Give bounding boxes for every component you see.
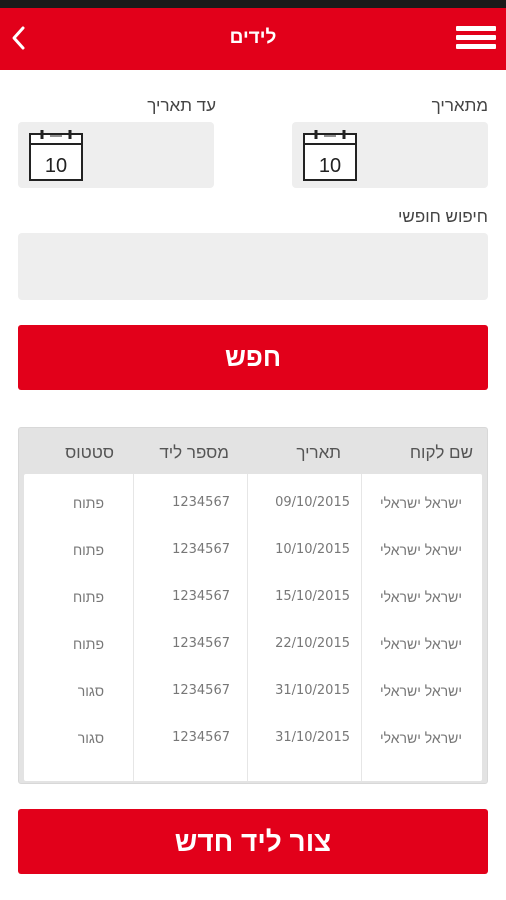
cell-date: 31/10/2015: [275, 683, 350, 698]
from-date-label: מתאריך: [431, 96, 488, 115]
cell-lead-number: 1234567: [172, 683, 230, 698]
free-search-input[interactable]: [18, 233, 488, 300]
from-date-day: 10: [319, 155, 341, 177]
cell-lead-number: 1234567: [172, 589, 230, 604]
header-status: סטטוס: [65, 443, 114, 462]
hamburger-menu-icon: [456, 26, 496, 31]
header-customer-name: שם לקוח: [409, 443, 473, 462]
cell-date: 15/10/2015: [275, 589, 350, 604]
table-header: שם לקוח תאריך מספר ליד סטטוס: [19, 428, 487, 474]
cell-customer-name: ישראל ישראלי: [379, 542, 462, 558]
table-row[interactable]: ישראל ישראלי 09/10/2015 1234567 פתוח: [24, 481, 482, 528]
table-row[interactable]: ישראל ישראלי 31/10/2015 1234567 סגור: [24, 716, 482, 763]
cell-status: סגור: [77, 683, 104, 699]
cell-status: סגור: [77, 730, 104, 746]
cell-status: פתוח: [72, 589, 104, 605]
cell-customer-name: ישראל ישראלי: [379, 683, 462, 699]
table-row[interactable]: ישראל ישראלי 22/10/2015 1234567 פתוח: [24, 622, 482, 669]
page-title: לידים: [229, 27, 277, 48]
cell-lead-number: 1234567: [172, 495, 230, 510]
cell-date: 22/10/2015: [275, 636, 350, 651]
header-date: תאריך: [296, 443, 341, 462]
header-lead-number: מספר ליד: [159, 443, 229, 462]
cell-lead-number: 1234567: [172, 542, 230, 557]
create-lead-button[interactable]: צור ליד חדש: [18, 809, 488, 874]
search-button[interactable]: חפש: [18, 325, 488, 390]
to-date-label: עד תאריך: [147, 96, 216, 115]
cell-date: 09/10/2015: [275, 495, 350, 510]
table-row[interactable]: ישראל ישראלי 31/10/2015 1234567 סגור: [24, 669, 482, 716]
cell-status: פתוח: [72, 495, 104, 511]
calendar-icon: 10: [29, 130, 83, 181]
table-body: ישראל ישראלי 09/10/2015 1234567 פתוח ישראל י…: [24, 474, 482, 781]
table-row[interactable]: ישראל ישראלי 10/10/2015 1234567 פתוח: [24, 528, 482, 575]
to-date-day: 10: [45, 155, 67, 177]
free-search-label: חיפוש חופשי: [398, 207, 488, 226]
cell-customer-name: ישראל ישראלי: [379, 495, 462, 511]
cell-status: פתוח: [72, 542, 104, 558]
cell-lead-number: 1234567: [172, 636, 230, 651]
cell-lead-number: 1234567: [172, 730, 230, 745]
leads-table: שם לקוח תאריך מספר ליד סטטוס ישראל ישראל…: [18, 427, 488, 784]
cell-status: פתוח: [72, 636, 104, 652]
calendar-icon: 10: [303, 130, 357, 181]
to-date-picker[interactable]: 10: [18, 122, 214, 188]
cell-customer-name: ישראל ישראלי: [379, 730, 462, 746]
cell-customer-name: ישראל ישראלי: [379, 589, 462, 605]
menu-button[interactable]: [456, 26, 496, 54]
cell-date: 31/10/2015: [275, 730, 350, 745]
from-date-picker[interactable]: 10: [292, 122, 488, 188]
status-bar: [0, 0, 506, 8]
table-row[interactable]: ישראל ישראלי 15/10/2015 1234567 פתוח: [24, 575, 482, 622]
app-header: לידים: [0, 8, 506, 70]
cell-customer-name: ישראל ישראלי: [379, 636, 462, 652]
cell-date: 10/10/2015: [275, 542, 350, 557]
